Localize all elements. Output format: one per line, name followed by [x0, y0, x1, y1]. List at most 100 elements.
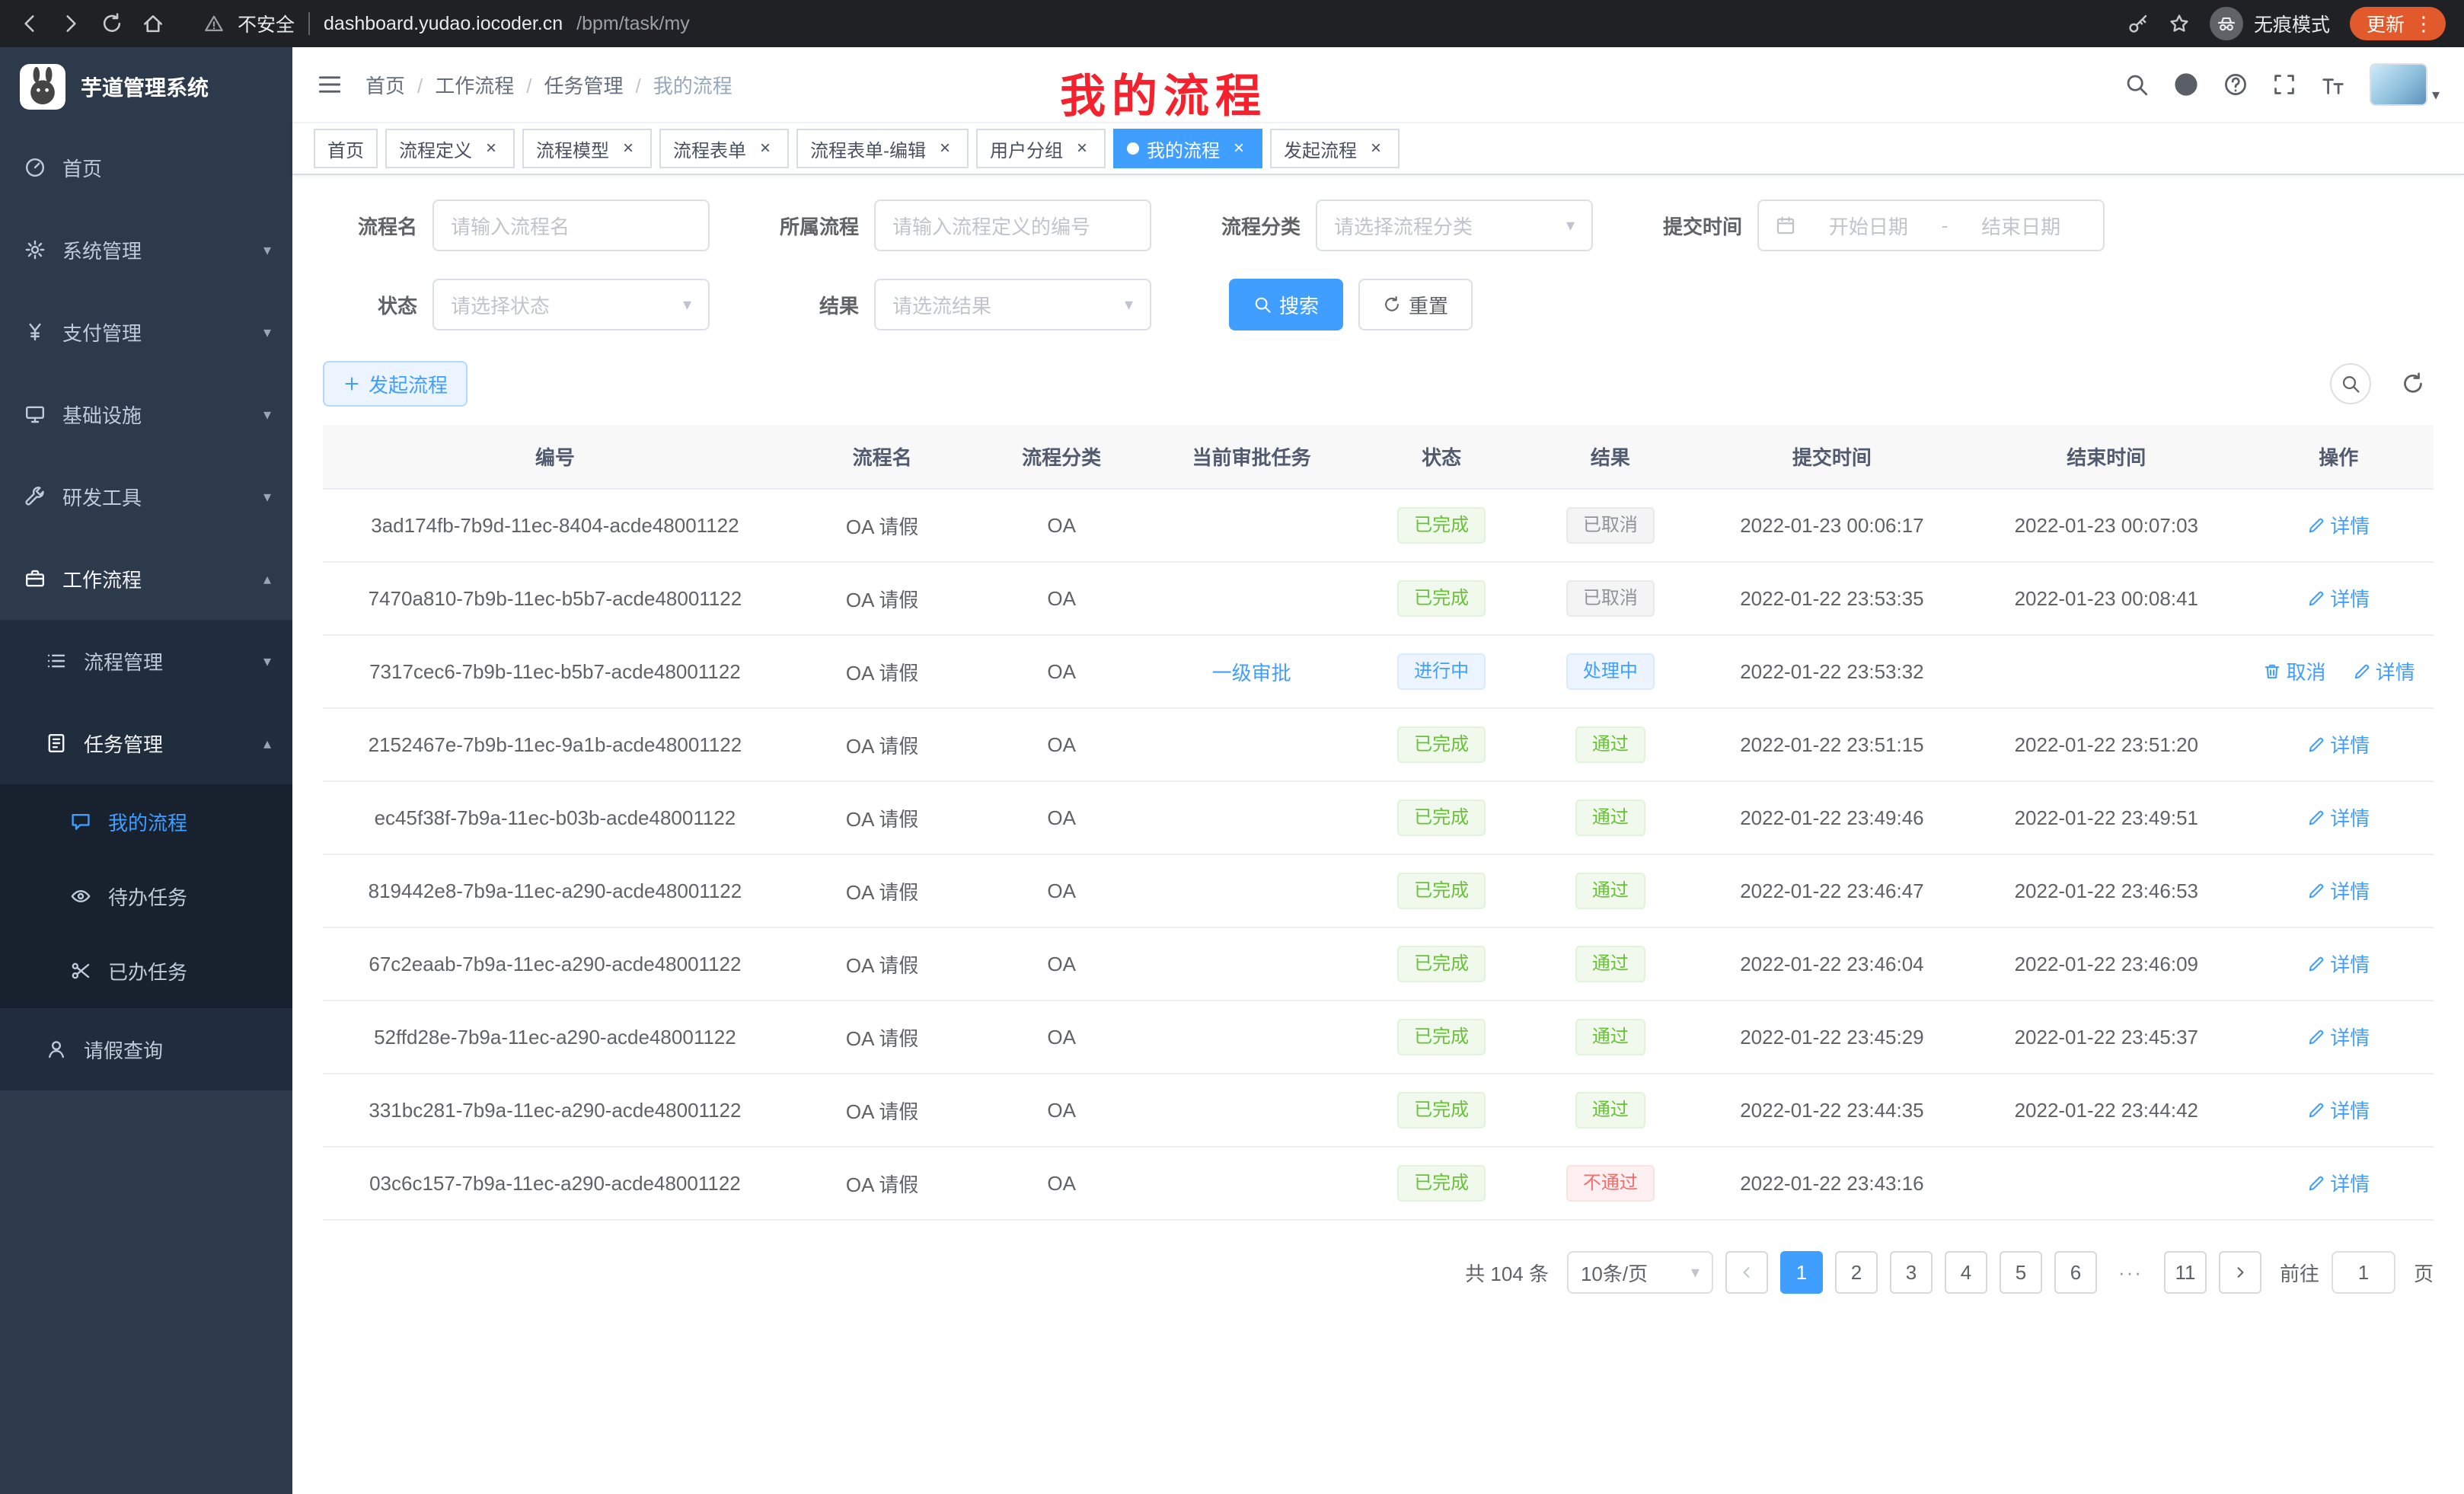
sidebar-item-label: 系统管理 [62, 236, 250, 264]
fullscreen-icon[interactable] [2272, 72, 2296, 97]
cancel-link[interactable]: 取消 [2263, 657, 2325, 685]
close-icon[interactable] [481, 139, 501, 158]
eye-icon [70, 886, 94, 907]
sidebar-item[interactable]: 研发工具 [0, 455, 292, 538]
sidebar-item[interactable]: 我的流程 [0, 784, 292, 859]
page-size-select[interactable]: 10条/页 [1567, 1251, 1713, 1294]
view-tab[interactable]: 首页 [314, 129, 378, 168]
detail-link[interactable]: 详情 [2307, 950, 2370, 978]
breadcrumb-item[interactable]: 任务管理 [514, 71, 623, 99]
browser-reload-icon[interactable] [101, 12, 123, 35]
result-select[interactable]: 请选流结果 [874, 279, 1151, 330]
close-icon[interactable] [1366, 139, 1386, 158]
reset-button[interactable]: 重置 [1358, 279, 1473, 330]
page-button[interactable]: 6 [2054, 1251, 2097, 1294]
detail-link[interactable]: 详情 [2307, 730, 2370, 758]
refresh-table-button[interactable] [2392, 363, 2434, 404]
breadcrumb-item[interactable]: 首页 [365, 71, 405, 99]
sidebar-item[interactable]: 支付管理 [0, 291, 292, 373]
menu-kebab-icon[interactable] [2414, 12, 2434, 36]
create-process-button[interactable]: 发起流程 [323, 361, 468, 407]
process-category: OA [977, 635, 1146, 708]
close-icon[interactable] [618, 139, 638, 158]
detail-link[interactable]: 详情 [2307, 1096, 2370, 1124]
submit-time: 2022-01-22 23:51:15 [1695, 708, 1969, 781]
process-category: OA [977, 562, 1146, 635]
breadcrumb-item[interactable]: 工作流程 [405, 71, 514, 99]
app-logo[interactable]: 芋道管理系统 [0, 47, 292, 126]
sidebar-item[interactable]: 已办任务 [0, 934, 292, 1008]
font-size-icon[interactable] [2321, 72, 2345, 97]
star-icon[interactable] [2169, 13, 2190, 34]
page-button[interactable]: ··· [2109, 1251, 2152, 1294]
github-icon[interactable] [2173, 72, 2199, 97]
browser-home-icon[interactable] [142, 12, 164, 35]
browser-forward-icon[interactable] [59, 12, 82, 35]
page-button[interactable]: 11 [2164, 1251, 2207, 1294]
sidebar-item[interactable]: 工作流程 [0, 538, 292, 620]
help-icon[interactable] [2223, 72, 2248, 97]
chevron-icon [263, 405, 271, 424]
security-label: 不安全 [238, 10, 295, 37]
prev-page-button[interactable] [1725, 1251, 1768, 1294]
detail-link[interactable]: 详情 [2307, 1023, 2370, 1051]
sidebar-item[interactable]: 请假查询 [0, 1008, 292, 1090]
browser-back-icon[interactable] [18, 12, 41, 35]
end-time [1969, 635, 2243, 708]
view-tab[interactable]: 用户分组 [976, 129, 1106, 168]
sidebar-item[interactable]: 任务管理 [0, 702, 292, 784]
goto-page-input[interactable] [2332, 1251, 2395, 1294]
column-header: 当前审批任务 [1146, 425, 1357, 489]
search-button[interactable]: 搜索 [1229, 279, 1343, 330]
view-tab[interactable]: 流程模型 [522, 129, 652, 168]
process-name-input[interactable]: 请输入流程名 [432, 200, 710, 251]
search-icon [1253, 295, 1272, 314]
current-task-link[interactable]: 一级审批 [1212, 662, 1291, 685]
process-def-input[interactable]: 请输入流程定义的编号 [874, 200, 1151, 251]
page-button[interactable]: 4 [1945, 1251, 1987, 1294]
edit-icon [2307, 882, 2325, 900]
avatar[interactable] [2370, 63, 2440, 106]
status-select[interactable]: 请选择状态 [432, 279, 710, 330]
sidebar-item[interactable]: 待办任务 [0, 859, 292, 934]
sidebar-item[interactable]: 基础设施 [0, 373, 292, 455]
toggle-search-button[interactable] [2330, 363, 2371, 404]
column-header: 操作 [2243, 425, 2434, 489]
category-select[interactable]: 请选择流程分类 [1316, 200, 1593, 251]
update-button[interactable]: 更新 [2350, 7, 2446, 40]
process-name: OA 请假 [787, 854, 977, 927]
view-tab[interactable]: 发起流程 [1270, 129, 1400, 168]
sidebar-item[interactable]: 系统管理 [0, 209, 292, 291]
sidebar-item[interactable]: 流程管理 [0, 620, 292, 702]
address-bar[interactable]: 不安全 dashboard.yudao.iocoder.cn/bpm/task/… [204, 10, 2109, 37]
key-icon[interactable] [2127, 13, 2149, 34]
list-icon [46, 650, 70, 672]
page-button[interactable]: 1 [1780, 1251, 1823, 1294]
view-tab[interactable]: 流程表单-编辑 [796, 129, 969, 168]
sidebar-item-label: 我的流程 [108, 808, 257, 836]
view-tab[interactable]: 我的流程 [1113, 129, 1262, 168]
close-icon[interactable] [1072, 139, 1092, 158]
close-icon[interactable] [1229, 139, 1249, 158]
detail-link[interactable]: 详情 [2307, 803, 2370, 832]
detail-link[interactable]: 详情 [2307, 511, 2370, 539]
page-button[interactable]: 3 [1890, 1251, 1933, 1294]
submit-time-range-picker[interactable]: 开始日期 - 结束日期 [1757, 200, 2105, 251]
close-icon[interactable] [935, 139, 955, 158]
chevron-left-icon [1738, 1263, 1756, 1282]
sidebar-item[interactable]: 首页 [0, 126, 292, 209]
page-button[interactable]: 5 [2000, 1251, 2042, 1294]
detail-link[interactable]: 详情 [2307, 584, 2370, 612]
process-id: 03c6c157-7b9a-11ec-a290-acde48001122 [323, 1147, 787, 1220]
view-tab[interactable]: 流程表单 [659, 129, 789, 168]
breadcrumb-item[interactable]: 我的流程 [624, 71, 732, 99]
detail-link[interactable]: 详情 [2307, 876, 2370, 905]
hamburger-icon[interactable] [317, 72, 343, 97]
close-icon[interactable] [755, 139, 775, 158]
next-page-button[interactable] [2219, 1251, 2261, 1294]
page-button[interactable]: 2 [1835, 1251, 1878, 1294]
detail-link[interactable]: 详情 [2307, 1169, 2370, 1197]
detail-link[interactable]: 详情 [2353, 657, 2415, 685]
view-tab[interactable]: 流程定义 [385, 129, 515, 168]
search-icon[interactable] [2124, 72, 2149, 97]
